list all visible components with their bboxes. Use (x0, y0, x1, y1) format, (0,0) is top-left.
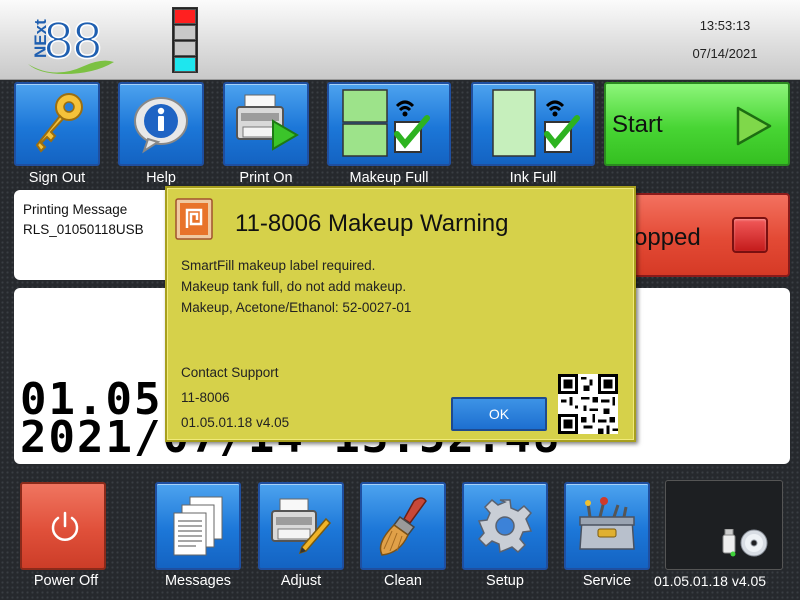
printer-play-icon (236, 94, 299, 151)
start-button[interactable]: Start (604, 82, 790, 166)
next-88-logo: NExt 88 (28, 11, 114, 74)
toolbox-icon (579, 497, 635, 550)
printing-message-title: Printing Message (23, 202, 128, 217)
status-lights (172, 7, 198, 73)
dialog-line-3: Makeup, Acetone/Ethanol: 52-0027-01 (181, 300, 412, 315)
dialog-code: 11-8006 (181, 390, 230, 405)
clock-date: 07/14/2021 (692, 46, 758, 61)
power-off-label: Power Off (33, 573, 99, 589)
makeup-full-button[interactable] (327, 82, 451, 166)
power-off-button[interactable] (20, 482, 106, 570)
documents-icon (173, 496, 223, 556)
gear-icon (477, 498, 533, 554)
help-info-icon (134, 97, 188, 154)
status-light-cyan (174, 57, 196, 72)
svg-text:88: 88 (44, 12, 102, 70)
status-light-2 (174, 25, 196, 40)
clean-button[interactable] (360, 482, 446, 570)
dialog-contact: Contact Support (181, 365, 279, 380)
sign-out-label: Sign Out (28, 170, 86, 186)
clock-time: 13:53:13 (699, 18, 751, 33)
printing-message-name: RLS_01050118USB (23, 222, 144, 237)
version-label: 01.05.01.18 v4.05 (654, 573, 767, 589)
qr-code-icon (558, 374, 618, 434)
adjust-button[interactable] (258, 482, 344, 570)
start-label: Start (612, 111, 663, 138)
key-icon (35, 93, 83, 153)
ink-full-label: Ink Full (509, 170, 557, 186)
ink-full-button[interactable] (471, 82, 595, 166)
power-icon (51, 511, 79, 541)
play-arrow-icon (736, 106, 772, 146)
dialog-version: 01.05.01.18 v4.05 (181, 415, 290, 430)
print-on-label: Print On (239, 170, 293, 186)
adjust-label: Adjust (280, 573, 322, 589)
messages-label: Messages (164, 573, 232, 589)
makeup-full-icon (342, 89, 430, 157)
messages-button[interactable] (155, 482, 241, 570)
print-on-button[interactable] (223, 82, 309, 166)
dialog-line-2: Makeup tank full, do not add makeup. (181, 279, 407, 294)
help-label: Help (146, 170, 176, 186)
ink-full-icon (492, 89, 580, 157)
help-button[interactable] (118, 82, 204, 166)
setup-label: Setup (486, 573, 524, 589)
sign-out-button[interactable] (14, 82, 100, 166)
ok-button[interactable]: OK (451, 397, 547, 431)
status-light-red (174, 9, 196, 24)
printer-status-text: opped (634, 224, 701, 251)
printer-pencil-icon (271, 498, 332, 555)
makeup-warning-dialog: 11-8006 Makeup Warning SmartFill makeup … (165, 186, 636, 442)
printing-message-panel[interactable]: Printing Message RLS_01050118USB (14, 190, 174, 280)
printer-status-panel: opped (630, 193, 790, 277)
dialog-title: 11-8006 Makeup Warning (235, 210, 509, 237)
status-lamp-icon (732, 217, 768, 253)
disc-icon (740, 529, 768, 557)
setup-button[interactable] (462, 482, 548, 570)
clean-label: Clean (384, 573, 422, 589)
usb-media-panel[interactable] (665, 480, 783, 570)
warning-icon (175, 198, 213, 240)
header-bar: NExt 88 13:53:13 07/14/2021 (0, 0, 800, 80)
makeup-full-label: Makeup Full (349, 170, 429, 186)
service-label: Service (582, 573, 632, 589)
brush-icon (379, 497, 427, 556)
status-light-3 (174, 41, 196, 56)
dialog-line-1: SmartFill makeup label required. (181, 258, 376, 273)
usb-icon (722, 529, 736, 557)
service-button[interactable] (564, 482, 650, 570)
